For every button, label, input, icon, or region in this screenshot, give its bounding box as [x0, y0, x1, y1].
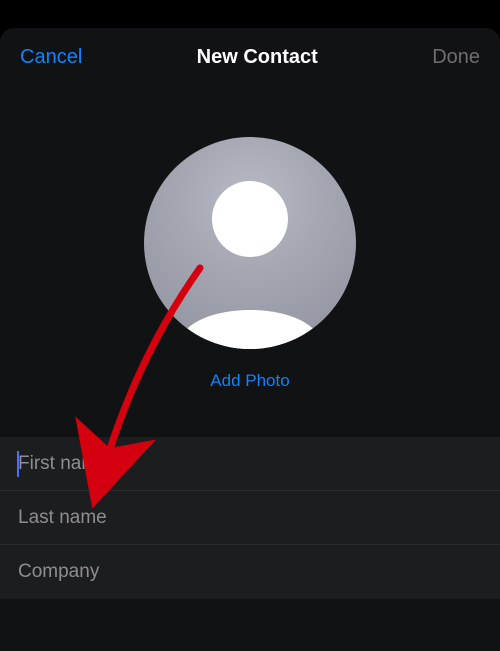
company-field[interactable]: [18, 561, 482, 583]
last-name-row[interactable]: [0, 491, 500, 545]
done-button[interactable]: Done: [432, 46, 480, 69]
avatar-section: Add Photo: [0, 137, 500, 391]
last-name-field[interactable]: [18, 507, 482, 529]
add-photo-button[interactable]: Add Photo: [210, 371, 289, 391]
first-name-field[interactable]: [18, 453, 482, 475]
new-contact-sheet: Cancel New Contact Done Add Photo: [0, 28, 500, 651]
fields-group: [0, 437, 500, 599]
nav-bar: Cancel New Contact Done: [0, 28, 500, 77]
company-row[interactable]: [0, 545, 500, 599]
text-cursor: [17, 451, 19, 477]
person-icon: [144, 137, 356, 349]
page-title: New Contact: [82, 46, 432, 69]
first-name-row[interactable]: [0, 437, 500, 491]
avatar-placeholder[interactable]: [144, 137, 356, 349]
cancel-button[interactable]: Cancel: [20, 46, 82, 69]
